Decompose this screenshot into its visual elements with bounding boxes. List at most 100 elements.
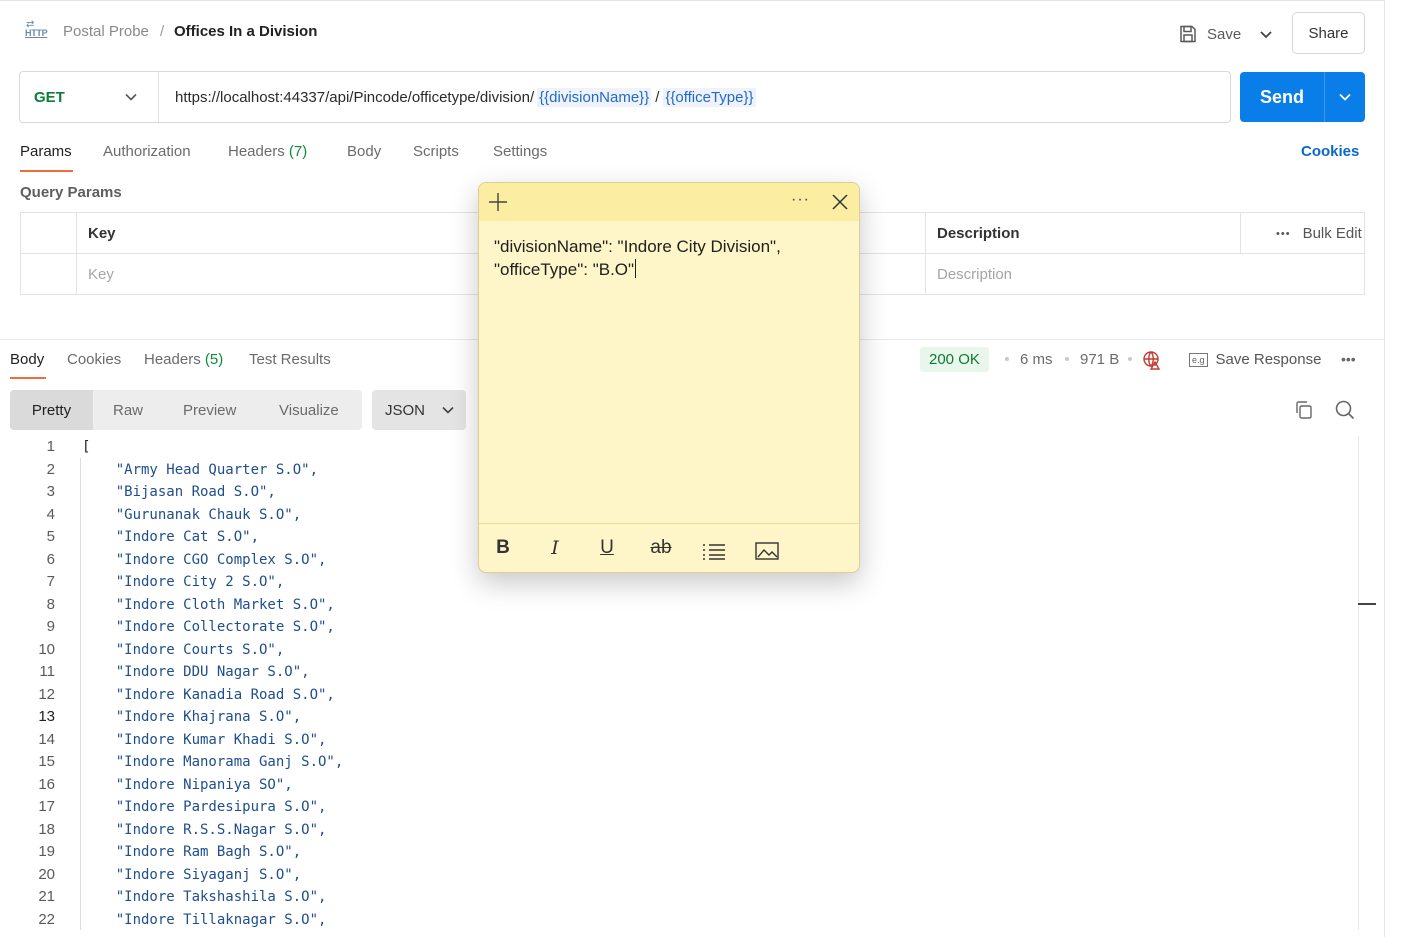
- response-size[interactable]: 971 B: [1080, 351, 1119, 368]
- url-variable-division-name[interactable]: {{divisionName}}: [537, 87, 652, 107]
- breadcrumb-separator: /: [160, 23, 165, 40]
- tab-authorization[interactable]: Authorization: [103, 143, 191, 160]
- view-preview-button[interactable]: Preview: [183, 390, 236, 430]
- share-button[interactable]: Share: [1292, 12, 1365, 54]
- separator-dot: [1128, 357, 1132, 361]
- code-line: 7 "Indore City 2 S.O",: [10, 571, 1358, 593]
- line-number: 6: [46, 550, 55, 568]
- code-text: "Indore Khajrana S.O",: [82, 709, 302, 725]
- url-input[interactable]: https://localhost:44337/api/Pincode/offi…: [159, 87, 759, 107]
- more-options-icon[interactable]: •••: [1341, 351, 1356, 367]
- column-header-description: Description: [937, 225, 1020, 242]
- url-separator: /: [655, 88, 660, 106]
- method-label: GET: [34, 88, 65, 106]
- code-line: 16 "Indore Nipaniya SO",: [10, 774, 1358, 796]
- column-divider: [76, 213, 77, 294]
- line-number: 9: [46, 618, 55, 635]
- line-number: 12: [38, 685, 55, 703]
- italic-icon[interactable]: I: [543, 537, 567, 561]
- tab-response-headers[interactable]: Headers (5): [144, 351, 223, 368]
- breadcrumb-request-name[interactable]: Offices In a Division: [174, 23, 317, 40]
- code-line: 17 "Indore Pardesipura S.O",: [10, 796, 1358, 818]
- description-input[interactable]: Description: [937, 266, 1012, 283]
- line-number: 16: [38, 775, 55, 793]
- separator-dot: [1005, 357, 1009, 361]
- view-raw-button[interactable]: Raw: [113, 390, 143, 430]
- sticky-note-window[interactable]: ··· "divisionName": "Indore City Divisio…: [478, 182, 860, 573]
- code-line: 15 "Indore Manorama Ganj S.O",: [10, 751, 1358, 773]
- column-header-key: Key: [88, 225, 116, 242]
- code-line: 18 "Indore R.S.S.Nagar S.O",: [10, 819, 1358, 841]
- view-visualize-button[interactable]: Visualize: [279, 390, 339, 430]
- tab-response-headers-label: Headers: [144, 351, 201, 368]
- code-line: 20 "Indore Siyaganj S.O",: [10, 864, 1358, 886]
- strikethrough-icon[interactable]: ab: [649, 537, 673, 561]
- bulk-edit-button[interactable]: ••• Bulk Edit: [1276, 225, 1362, 242]
- network-globe-icon[interactable]: [1142, 350, 1162, 370]
- tab-headers-count: (7): [288, 143, 308, 160]
- tab-params[interactable]: Params: [20, 143, 72, 160]
- copy-icon[interactable]: [1294, 400, 1314, 420]
- scrollbar-thumb[interactable]: [1358, 603, 1376, 605]
- save-response-label: Save Response: [1215, 351, 1322, 368]
- insert-image-icon[interactable]: [755, 539, 779, 563]
- send-button[interactable]: Send: [1240, 72, 1365, 122]
- sticky-note-titlebar[interactable]: ···: [479, 183, 859, 221]
- note-line-with-caret: "officeType": "B.O": [494, 258, 849, 281]
- code-text: "Indore R.S.S.Nagar S.O",: [82, 821, 327, 838]
- tab-headers[interactable]: Headers (7): [228, 143, 307, 160]
- status-badge[interactable]: 200 OK: [920, 347, 989, 372]
- tab-response-body[interactable]: Body: [10, 351, 44, 368]
- code-line: 14 "Indore Kumar Khadi S.O",: [10, 729, 1358, 751]
- more-options-icon[interactable]: ···: [791, 191, 810, 209]
- code-text: "Indore Pardesipura S.O",: [82, 799, 327, 815]
- save-options-chevron-icon[interactable]: [1256, 25, 1276, 45]
- more-options-icon[interactable]: •••: [1276, 228, 1291, 240]
- breadcrumb-collection[interactable]: Postal Probe: [63, 23, 149, 40]
- bullet-list-icon[interactable]: [702, 540, 726, 564]
- code-line: 12 "Indore Kanadia Road S.O",: [10, 684, 1358, 706]
- code-text: [: [82, 439, 91, 455]
- http-request-icon: ⇄ HTTP: [25, 19, 48, 38]
- chevron-down-icon: [125, 93, 137, 101]
- code-text: "Indore Cat S.O",: [82, 529, 260, 545]
- sticky-note-text-area[interactable]: "divisionName": "Indore City Division", …: [494, 235, 849, 281]
- save-response-button[interactable]: e.g Save Response: [1189, 351, 1321, 368]
- line-number: 10: [38, 640, 55, 658]
- close-icon[interactable]: [831, 193, 849, 211]
- add-note-icon[interactable]: [488, 192, 508, 212]
- line-number: 22: [38, 910, 55, 928]
- cookies-link[interactable]: Cookies: [1301, 143, 1359, 160]
- code-text: "Indore Kanadia Road S.O",: [82, 686, 335, 703]
- view-mode-group: Pretty Raw Preview Visualize: [10, 390, 362, 430]
- url-base: https://localhost:44337/api/Pincode/offi…: [175, 88, 535, 106]
- send-label: Send: [1259, 86, 1304, 107]
- scrollbar-track[interactable]: [1358, 436, 1359, 930]
- tab-body[interactable]: Body: [347, 143, 381, 160]
- line-number: 14: [38, 730, 55, 748]
- tab-settings[interactable]: Settings: [493, 143, 547, 160]
- window-right-border: [1384, 0, 1385, 937]
- key-input[interactable]: Key: [88, 266, 114, 283]
- format-label: JSON: [385, 401, 426, 419]
- line-number: 1: [46, 438, 55, 455]
- save-icon: [1180, 25, 1196, 43]
- save-button[interactable]: Save: [1178, 20, 1241, 48]
- bold-icon[interactable]: B: [491, 537, 515, 561]
- active-response-tab-indicator: [10, 377, 46, 379]
- response-time[interactable]: 6 ms: [1020, 351, 1053, 368]
- code-text: "Indore CGO Complex S.O",: [82, 551, 327, 568]
- view-pretty-button[interactable]: Pretty: [10, 390, 93, 430]
- code-line: 13 "Indore Khajrana S.O",: [10, 706, 1358, 728]
- send-options-chevron-icon[interactable]: [1325, 90, 1365, 104]
- url-variable-office-type[interactable]: {{officeType}}: [663, 87, 756, 107]
- format-select[interactable]: JSON: [372, 390, 466, 430]
- tab-scripts[interactable]: Scripts: [413, 143, 459, 160]
- method-select[interactable]: GET: [20, 72, 159, 122]
- tab-response-cookies[interactable]: Cookies: [67, 351, 121, 368]
- code-text: "Indore Tillaknagar S.O",: [82, 911, 327, 928]
- code-line: 22 "Indore Tillaknagar S.O",: [10, 909, 1358, 931]
- underline-icon[interactable]: U: [595, 537, 619, 561]
- tab-test-results[interactable]: Test Results: [249, 351, 331, 368]
- search-icon[interactable]: [1334, 399, 1356, 421]
